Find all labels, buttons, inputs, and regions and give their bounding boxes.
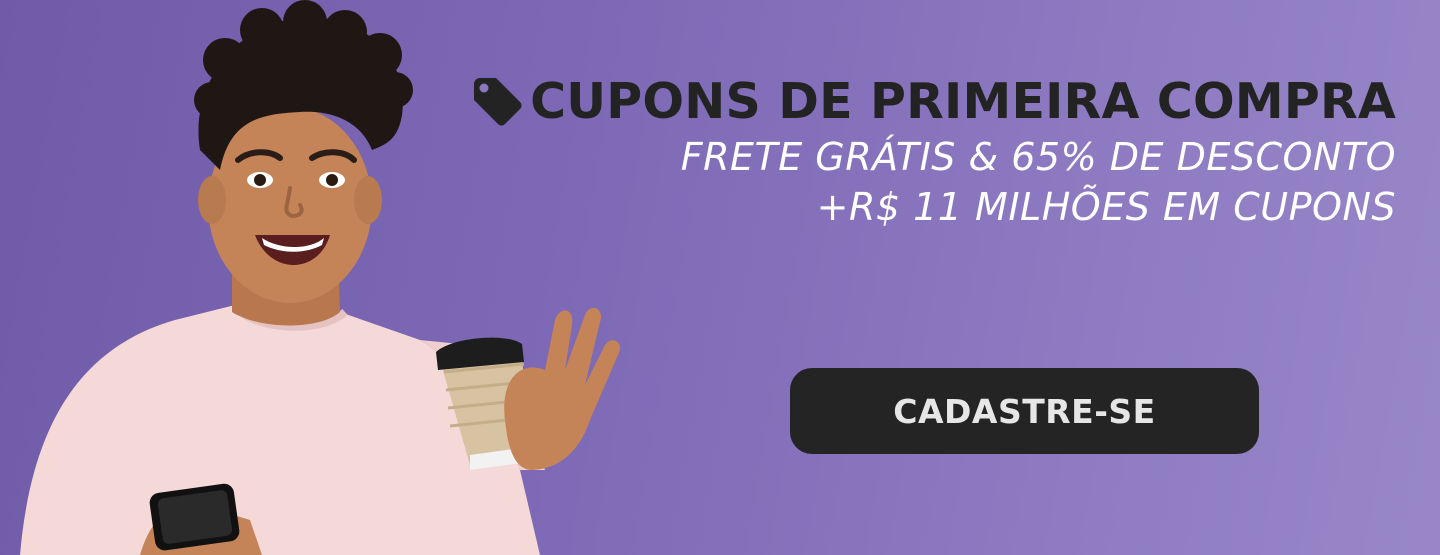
- headline: CUPONS DE PRIMEIRA COMPRA: [472, 72, 1396, 132]
- price-tag-icon: [474, 78, 522, 126]
- headline-text: CUPONS DE PRIMEIRA COMPRA: [530, 73, 1396, 130]
- coupon-total-text: +R$ 11 MILHÕES EM CUPONS: [816, 185, 1396, 229]
- promo-banner: CUPONS DE PRIMEIRA COMPRA FRETE GRÁTIS &…: [0, 0, 1440, 555]
- promo-text-block: CUPONS DE PRIMEIRA COMPRA FRETE GRÁTIS &…: [472, 72, 1396, 232]
- free-shipping-discount-text: FRETE GRÁTIS & 65% DE DESCONTO: [680, 135, 1396, 179]
- signup-button[interactable]: CADASTRE-SE: [790, 368, 1259, 454]
